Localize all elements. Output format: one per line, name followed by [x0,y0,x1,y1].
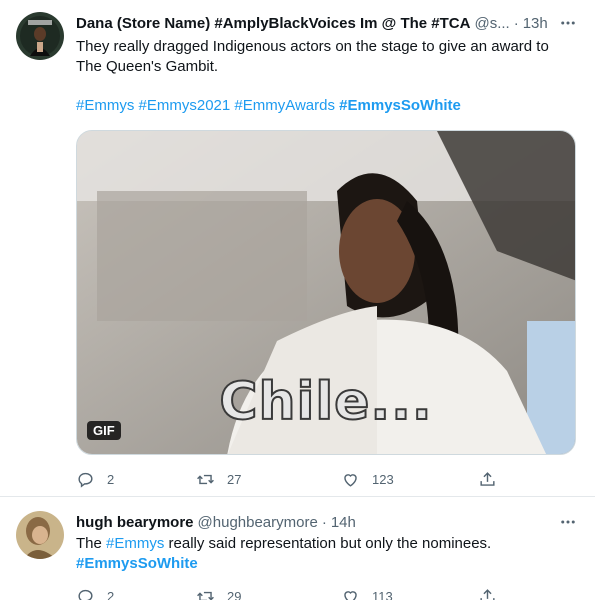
gif-media[interactable]: Chile... GIF [76,130,576,455]
retweet-button[interactable]: 27 [196,469,241,489]
like-button[interactable]: 123 [341,469,394,489]
hashtag-link[interactable]: #EmmysSoWhite [76,555,198,572]
avatar-icon [16,12,64,60]
share-button[interactable] [478,586,497,600]
like-count: 113 [372,588,393,600]
retweet-count: 29 [227,588,242,600]
tweet[interactable]: hugh bearymore @hughbearymore · 14h The … [0,497,595,600]
avatar-icon [16,511,64,559]
tweet[interactable]: Dana (Store Name) #AmplyBlackVoices Im @… [0,0,595,497]
tweet-text: The #Emmys really said representation bu… [76,534,576,574]
like-button[interactable]: 113 [341,586,393,600]
share-icon [480,588,495,600]
hashtag-link[interactable]: #EmmyAwards [234,97,335,114]
more-dots-icon[interactable] [557,13,579,33]
like-icon [344,473,357,487]
like-icon [344,590,357,600]
reply-count: 2 [107,588,115,600]
share-icon [480,471,495,486]
reply-button[interactable]: 2 [76,586,114,600]
share-button[interactable] [478,469,497,489]
tweet-actions: 2 29 113 [76,586,501,600]
tweet-actions: 2 27 123 [76,469,501,489]
like-count: 123 [372,471,394,487]
display-name[interactable]: hugh bearymore [76,514,194,531]
more-dots-icon[interactable] [557,512,579,532]
hashtag-line: #Emmys #Emmys2021 #EmmyAwards #EmmysSoWh… [76,96,576,116]
avatar[interactable] [16,12,64,60]
gif-badge: GIF [87,421,121,440]
separator: · [321,513,327,531]
handle[interactable]: @s... [474,15,509,32]
reply-count: 2 [107,471,115,487]
tweet-text-part: really said representation but only the … [164,535,492,552]
avatar[interactable] [16,511,64,559]
tweet-header: Dana (Store Name) #AmplyBlackVoices Im @… [76,13,583,33]
tweet-text-part: The [76,535,107,552]
retweet-button[interactable]: 29 [196,586,241,600]
separator: · [513,14,519,32]
timestamp[interactable]: 14h [331,514,356,531]
timestamp[interactable]: 13h [523,15,548,32]
reply-icon [78,589,93,600]
retweet-icon [197,591,214,600]
reply-button[interactable]: 2 [76,469,114,489]
tweet-text: They really dragged Indigenous actors on… [76,38,549,75]
tweet-header: hugh bearymore @hughbearymore · 14h [76,512,583,532]
hashtag-link[interactable]: #Emmys [76,97,134,114]
retweet-icon [197,474,214,484]
handle[interactable]: @hughbearymore [198,514,318,531]
display-name[interactable]: Dana (Store Name) #AmplyBlackVoices Im @… [76,15,470,32]
retweet-count: 27 [227,471,242,487]
hashtag-link[interactable]: #Emmys2021 [139,97,231,114]
hashtag-link[interactable]: #EmmysSoWhite [339,97,461,114]
reply-icon [78,472,93,488]
gif-caption: Chile... [218,371,433,433]
hashtag-link[interactable]: #Emmys [106,535,164,552]
